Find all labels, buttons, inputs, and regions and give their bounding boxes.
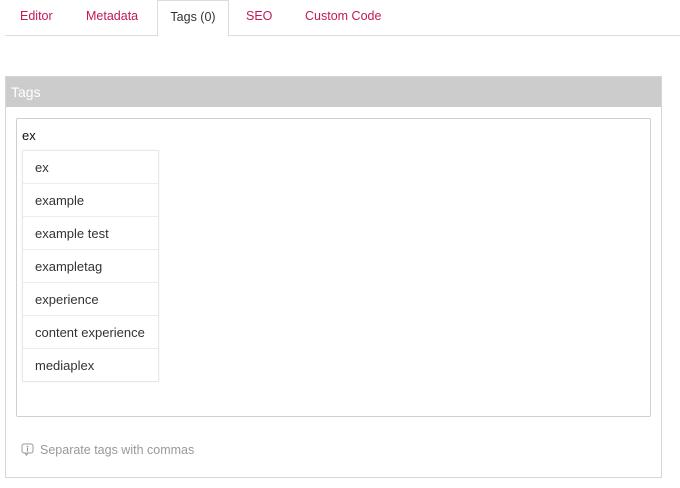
tag-suggestion-item[interactable]: example — [23, 184, 158, 217]
tab-custom-code[interactable]: Custom Code — [305, 0, 381, 36]
tag-hint: Separate tags with commas — [21, 443, 194, 459]
tag-suggestion-item[interactable]: ex — [23, 151, 158, 184]
tag-suggestion-item[interactable]: content experience — [23, 316, 158, 349]
tab-tags[interactable]: Tags (0) — [157, 0, 229, 37]
tag-suggestion-item[interactable]: experience — [23, 283, 158, 316]
tags-panel-title: Tags — [6, 77, 661, 107]
tag-suggestion-item[interactable]: mediaplex — [23, 349, 158, 381]
tab-bar: Editor Metadata Tags (0) SEO Custom Code — [5, 0, 680, 37]
tab-editor[interactable]: Editor — [20, 0, 53, 36]
tag-suggestion-list: ex example example test exampletag exper… — [22, 150, 159, 382]
page: Editor Metadata Tags (0) SEO Custom Code… — [0, 0, 680, 488]
info-icon — [21, 443, 34, 457]
tag-input[interactable] — [22, 126, 622, 144]
tag-entry-box[interactable]: ex example example test exampletag exper… — [16, 118, 651, 417]
tag-suggestion-item[interactable]: exampletag — [23, 250, 158, 283]
tab-metadata[interactable]: Metadata — [86, 0, 138, 36]
tag-suggestion-item[interactable]: example test — [23, 217, 158, 250]
tag-hint-text: Separate tags with commas — [40, 443, 195, 457]
tab-seo[interactable]: SEO — [246, 0, 272, 36]
tags-panel: Tags ex example example test exampletag … — [5, 76, 662, 478]
